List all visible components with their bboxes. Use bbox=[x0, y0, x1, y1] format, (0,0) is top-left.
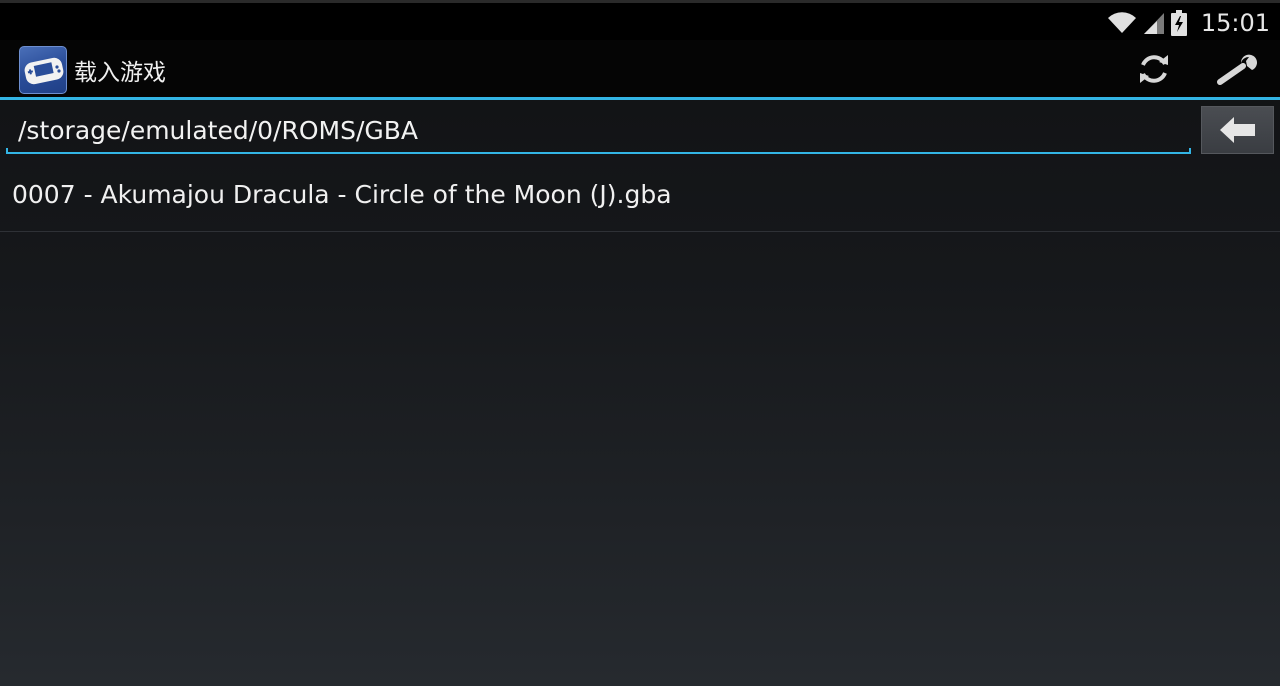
file-name: 0007 - Akumajou Dracula - Circle of the … bbox=[12, 180, 672, 209]
path-input[interactable]: /storage/emulated/0/ROMS/GBA bbox=[6, 106, 1191, 154]
status-bar: 15:01 bbox=[0, 0, 1280, 40]
battery-charging-icon bbox=[1170, 10, 1187, 36]
back-button[interactable] bbox=[1201, 106, 1274, 154]
page-title: 载入游戏 bbox=[74, 60, 166, 86]
gba-emulator-app-icon[interactable] bbox=[19, 46, 67, 94]
wrench-settings-icon bbox=[1217, 54, 1257, 85]
settings-button[interactable] bbox=[1198, 40, 1278, 97]
path-input-value: /storage/emulated/0/ROMS/GBA bbox=[18, 116, 418, 145]
status-time: 15:01 bbox=[1200, 9, 1270, 37]
file-list: 0007 - Akumajou Dracula - Circle of the … bbox=[0, 160, 1280, 232]
status-icons: 15:01 bbox=[1107, 8, 1270, 38]
action-bar-divider bbox=[0, 97, 1280, 100]
refresh-icon bbox=[1140, 54, 1168, 83]
signal-icon bbox=[1143, 13, 1164, 34]
action-bar: 载入游戏 bbox=[0, 40, 1280, 97]
refresh-button[interactable] bbox=[1114, 40, 1194, 97]
list-item[interactable]: 0007 - Akumajou Dracula - Circle of the … bbox=[0, 160, 1280, 232]
wifi-icon bbox=[1107, 12, 1136, 34]
back-arrow-icon bbox=[1219, 117, 1255, 143]
